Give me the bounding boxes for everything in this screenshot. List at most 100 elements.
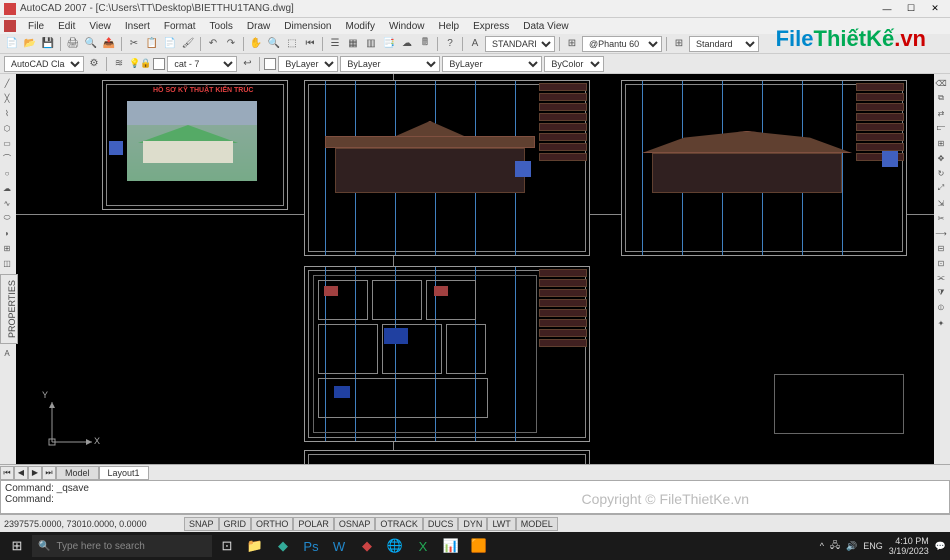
tab-nav-prev[interactable]: ◀ bbox=[14, 466, 28, 480]
zoom-previous-icon[interactable]: ⏮ bbox=[302, 36, 318, 52]
line-icon[interactable]: ╱ bbox=[0, 76, 14, 90]
stretch-icon[interactable]: ⇲ bbox=[934, 196, 948, 210]
trim-icon[interactable]: ✂ bbox=[934, 211, 948, 225]
break-point-icon[interactable]: ⊟ bbox=[934, 241, 948, 255]
lineweight-combo[interactable]: ByLayer bbox=[442, 56, 542, 72]
menu-tools[interactable]: Tools bbox=[204, 21, 239, 32]
word-icon[interactable]: W bbox=[326, 534, 352, 558]
zoom-icon[interactable]: 🔍 bbox=[266, 36, 282, 52]
move-icon[interactable]: ✥ bbox=[934, 151, 948, 165]
tray-notifications-icon[interactable]: 💬 bbox=[935, 541, 946, 552]
tool-palettes-icon[interactable]: ▥ bbox=[363, 36, 379, 52]
tray-chevron-icon[interactable]: ^ bbox=[820, 541, 824, 551]
dim-style-combo[interactable]: Standard bbox=[689, 36, 759, 52]
text-style-combo[interactable]: STANDARD bbox=[485, 36, 555, 52]
plot-preview-icon[interactable]: 🔍 bbox=[83, 36, 99, 52]
fillet-icon[interactable]: ⦶ bbox=[934, 301, 948, 315]
text-style-icon[interactable]: A bbox=[467, 36, 483, 52]
tab-nav-next[interactable]: ▶ bbox=[28, 466, 42, 480]
menu-modify[interactable]: Modify bbox=[340, 21, 381, 32]
otrack-toggle[interactable]: OTRACK bbox=[375, 517, 423, 531]
menu-dataview[interactable]: Data View bbox=[517, 21, 574, 32]
menu-edit[interactable]: Edit bbox=[52, 21, 81, 32]
rotate-icon[interactable]: ↻ bbox=[934, 166, 948, 180]
tray-network-icon[interactable]: 🖧 bbox=[830, 538, 840, 554]
chrome-icon[interactable]: 🌐 bbox=[382, 534, 408, 558]
design-center-icon[interactable]: ▦ bbox=[345, 36, 361, 52]
calc-icon[interactable]: 🖩 bbox=[417, 36, 433, 52]
menu-dimension[interactable]: Dimension bbox=[278, 21, 337, 32]
new-icon[interactable]: 📄 bbox=[4, 36, 20, 52]
menu-file[interactable]: File bbox=[22, 21, 50, 32]
command-line[interactable]: Command: _qsave Command: Copyright © Fil… bbox=[0, 480, 950, 514]
linetype-combo[interactable]: ByLayer bbox=[340, 56, 440, 72]
redo-icon[interactable]: ↷ bbox=[223, 36, 239, 52]
ortho-toggle[interactable]: ORTHO bbox=[251, 517, 293, 531]
workspace-settings-icon[interactable]: ⚙ bbox=[86, 56, 102, 72]
markup-icon[interactable]: ☁ bbox=[399, 36, 415, 52]
layer-previous-icon[interactable]: ↩ bbox=[239, 56, 255, 72]
make-block-icon[interactable]: ◫ bbox=[0, 256, 14, 270]
grid-toggle[interactable]: GRID bbox=[219, 517, 252, 531]
dyn-toggle[interactable]: DYN bbox=[458, 517, 487, 531]
app-icon-2[interactable]: 📊 bbox=[438, 534, 464, 558]
match-props-icon[interactable]: 🖌 bbox=[180, 36, 196, 52]
menu-express[interactable]: Express bbox=[467, 21, 515, 32]
sheet-set-icon[interactable]: 📑 bbox=[381, 36, 397, 52]
copy-obj-icon[interactable]: ⧉ bbox=[934, 91, 948, 105]
coordinate-display[interactable]: 2397575.0000, 73010.0000, 0.0000 bbox=[4, 519, 184, 529]
spline-icon[interactable]: ∿ bbox=[0, 196, 14, 210]
tab-nav-last[interactable]: ⏭ bbox=[42, 466, 56, 480]
polygon-icon[interactable]: ⬡ bbox=[0, 121, 14, 135]
tray-volume-icon[interactable]: 🔊 bbox=[846, 541, 857, 552]
snap-toggle[interactable]: SNAP bbox=[184, 517, 219, 531]
menu-insert[interactable]: Insert bbox=[119, 21, 156, 32]
print-icon[interactable]: 🖨 bbox=[65, 36, 81, 52]
insert-block-icon[interactable]: ⊞ bbox=[0, 241, 14, 255]
osnap-toggle[interactable]: OSNAP bbox=[334, 517, 376, 531]
zoom-window-icon[interactable]: ⬚ bbox=[284, 36, 300, 52]
tray-language[interactable]: ENG bbox=[863, 541, 883, 551]
ducs-toggle[interactable]: DUCS bbox=[423, 517, 459, 531]
task-view-icon[interactable]: ⊡ bbox=[214, 534, 240, 558]
paste-icon[interactable]: 📄 bbox=[162, 36, 178, 52]
tray-clock[interactable]: 4:10 PM 3/19/2023 bbox=[889, 536, 929, 556]
mtext-icon[interactable]: A bbox=[0, 346, 14, 360]
close-button[interactable]: ✕ bbox=[924, 2, 946, 16]
erase-icon[interactable]: ⌫ bbox=[934, 76, 948, 90]
lwt-toggle[interactable]: LWT bbox=[487, 517, 515, 531]
app-icon-1[interactable]: ◆ bbox=[270, 534, 296, 558]
open-icon[interactable]: 📂 bbox=[22, 36, 38, 52]
workspace-combo[interactable]: AutoCAD Classic bbox=[4, 56, 84, 72]
tab-nav-first[interactable]: ⏮ bbox=[0, 466, 14, 480]
arc-icon[interactable]: ⌒ bbox=[0, 151, 14, 165]
undo-icon[interactable]: ↶ bbox=[205, 36, 221, 52]
menu-format[interactable]: Format bbox=[158, 21, 202, 32]
menu-view[interactable]: View bbox=[83, 21, 117, 32]
extend-icon[interactable]: ⟶ bbox=[934, 226, 948, 240]
xline-icon[interactable]: ╳ bbox=[0, 91, 14, 105]
model-toggle[interactable]: MODEL bbox=[516, 517, 558, 531]
table-style-icon[interactable]: ⊞ bbox=[671, 36, 687, 52]
start-button[interactable]: ⊞ bbox=[4, 534, 30, 558]
break-icon[interactable]: ⊡ bbox=[934, 256, 948, 270]
font-combo[interactable]: @Phantu 60 bbox=[582, 36, 662, 52]
minimize-button[interactable]: — bbox=[876, 2, 898, 16]
explode-icon[interactable]: ✦ bbox=[934, 316, 948, 330]
mirror-icon[interactable]: ⇄ bbox=[934, 106, 948, 120]
menu-draw[interactable]: Draw bbox=[241, 21, 276, 32]
photoshop-icon[interactable]: Ps bbox=[298, 534, 324, 558]
rectangle-icon[interactable]: ▭ bbox=[0, 136, 14, 150]
circle-icon[interactable]: ○ bbox=[0, 166, 14, 180]
tab-model[interactable]: Model bbox=[56, 466, 99, 480]
menu-window[interactable]: Window bbox=[383, 21, 431, 32]
ellipse-arc-icon[interactable]: ◗ bbox=[0, 226, 14, 240]
ellipse-icon[interactable]: ⬭ bbox=[0, 211, 14, 225]
pline-icon[interactable]: ⌇ bbox=[0, 106, 14, 120]
properties-icon[interactable]: ☰ bbox=[327, 36, 343, 52]
copy-icon[interactable]: 📋 bbox=[144, 36, 160, 52]
plot-style-combo[interactable]: ByColor bbox=[544, 56, 604, 72]
offset-icon[interactable]: ⫍ bbox=[934, 121, 948, 135]
polar-toggle[interactable]: POLAR bbox=[293, 517, 334, 531]
maximize-button[interactable]: ☐ bbox=[900, 2, 922, 16]
